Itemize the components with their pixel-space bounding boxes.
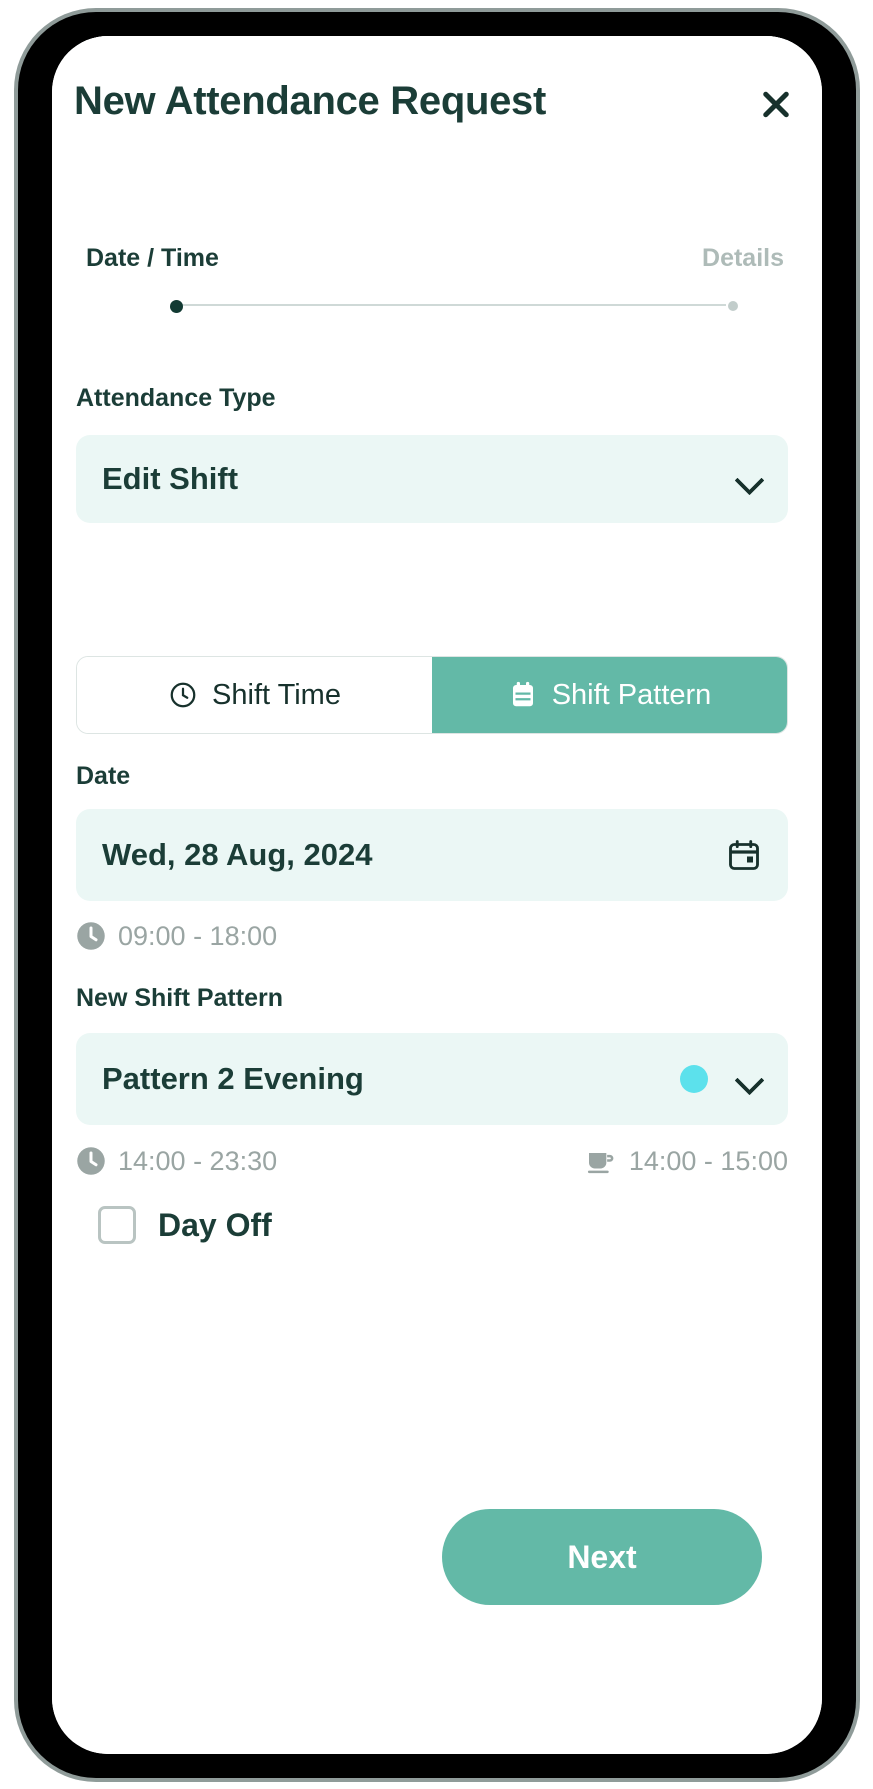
pattern-break-meta: 14:00 - 15:00 — [585, 1145, 788, 1177]
pattern-meta-row: 14:00 - 23:30 14:00 - 15:00 — [76, 1145, 788, 1177]
tab-shift-pattern[interactable]: Shift Pattern — [432, 657, 787, 733]
clock-icon — [170, 682, 196, 708]
date-picker-field[interactable]: Wed, 28 Aug, 2024 — [76, 809, 788, 901]
pattern-time-value: 14:00 - 23:30 — [118, 1145, 278, 1176]
stepper: Date / Time Details — [82, 244, 788, 313]
date-time-meta: 09:00 - 18:00 — [76, 921, 788, 951]
chevron-down-icon — [736, 466, 762, 492]
shift-time-meta: 09:00 - 18:00 — [76, 921, 277, 951]
attendance-type-block: Attendance Type Edit Shift — [76, 384, 788, 523]
shift-mode-tabs: Shift Time Shift Pattern — [76, 656, 788, 734]
calendar-icon[interactable] — [726, 837, 762, 873]
stepper-track — [82, 297, 788, 313]
day-off-label: Day Off — [158, 1206, 272, 1243]
clock-icon — [77, 922, 105, 950]
coffee-cup-icon — [587, 1153, 614, 1174]
page-title: New Attendance Request — [74, 79, 547, 123]
sheet-header: New Attendance Request — [74, 74, 800, 128]
new-attendance-request-sheet: New Attendance Request Date / Time Detai… — [52, 36, 822, 1754]
day-off-checkbox[interactable] — [98, 1206, 136, 1244]
attendance-type-select[interactable]: Edit Shift — [76, 435, 788, 523]
step-label-details[interactable]: Details — [702, 244, 784, 273]
new-shift-pattern-block: New Shift Pattern Pattern 2 Evening 14:0… — [76, 984, 788, 1177]
pattern-color-dot — [680, 1065, 708, 1093]
day-off-checkbox-row[interactable]: Day Off — [98, 1206, 272, 1244]
next-button[interactable]: Next — [442, 1509, 762, 1605]
stepper-labels: Date / Time Details — [82, 244, 788, 273]
stepper-line — [182, 304, 726, 306]
pattern-time-meta: 14:00 - 23:30 — [76, 1146, 277, 1176]
date-block: Date Wed, 28 Aug, 2024 09:00 - 18:00 — [76, 762, 788, 951]
phone-frame: New Attendance Request Date / Time Detai… — [18, 12, 856, 1778]
chevron-down-icon — [736, 1066, 762, 1092]
date-value: Wed, 28 Aug, 2024 — [102, 837, 373, 872]
new-shift-pattern-value: Pattern 2 Evening — [102, 1061, 364, 1096]
pattern-break-value: 14:00 - 15:00 — [628, 1145, 788, 1176]
phone-screen: New Attendance Request Date / Time Detai… — [52, 36, 822, 1754]
attendance-type-label: Attendance Type — [76, 384, 276, 412]
close-icon[interactable] — [752, 80, 800, 128]
new-shift-pattern-label: New Shift Pattern — [76, 984, 283, 1012]
clock-icon — [77, 1147, 105, 1175]
step-label-date-time[interactable]: Date / Time — [86, 244, 219, 273]
stepper-dot-upcoming — [728, 301, 738, 311]
attendance-type-value: Edit Shift — [102, 461, 239, 496]
tab-shift-time-label: Shift Time — [212, 678, 341, 711]
tab-shift-pattern-label: Shift Pattern — [551, 678, 712, 711]
shift-time-value: 09:00 - 18:00 — [118, 920, 278, 951]
stepper-dot-active — [170, 300, 183, 313]
new-shift-pattern-select[interactable]: Pattern 2 Evening — [76, 1033, 788, 1125]
date-label: Date — [76, 762, 131, 790]
tab-shift-time[interactable]: Shift Time — [77, 657, 432, 733]
calendar-icon — [512, 681, 533, 707]
